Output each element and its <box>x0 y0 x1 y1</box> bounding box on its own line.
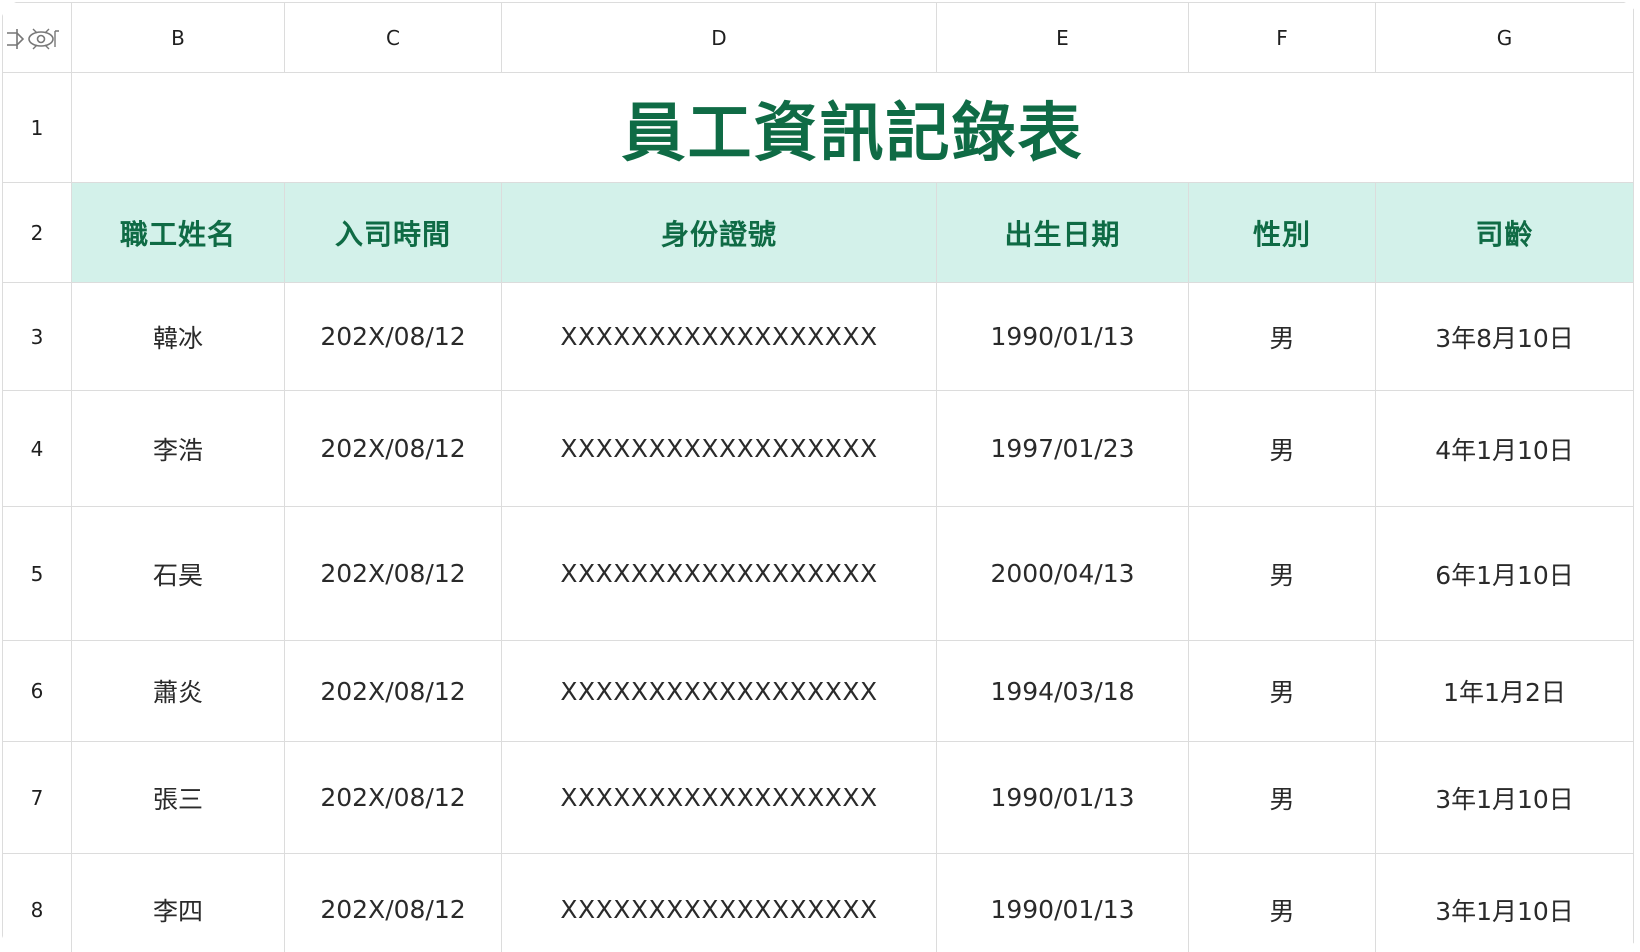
column-header-c[interactable]: C <box>284 2 502 73</box>
cell-join-date[interactable]: 202X/08/12 <box>284 640 502 742</box>
table-row: 7 張三 202X/08/12 XXXXXXXXXXXXXXXXXX 1990/… <box>2 741 1634 854</box>
spreadsheet-grid: B C D E F G 1 員工資訊記錄表 2 職工姓名 入司時間 身份證號 出… <box>2 2 1634 952</box>
cell-join-date[interactable]: 202X/08/12 <box>284 282 502 391</box>
row-header-8[interactable]: 8 <box>2 853 72 952</box>
cell-tenure[interactable]: 6年1月10日 <box>1375 506 1634 641</box>
row-header-6[interactable]: 6 <box>2 640 72 742</box>
table-row: 8 李四 202X/08/12 XXXXXXXXXXXXXXXXXX 1990/… <box>2 853 1634 952</box>
cell-tenure[interactable]: 1年1月2日 <box>1375 640 1634 742</box>
row-header-4[interactable]: 4 <box>2 390 72 507</box>
cell-birth-date[interactable]: 2000/04/13 <box>936 506 1189 641</box>
cell-id-number[interactable]: XXXXXXXXXXXXXXXXXX <box>501 506 937 641</box>
cell-tenure[interactable]: 4年1月10日 <box>1375 390 1634 507</box>
cell-tenure[interactable]: 3年1月10日 <box>1375 853 1634 952</box>
cell-birth-date[interactable]: 1990/01/13 <box>936 853 1189 952</box>
cell-id-number[interactable]: XXXXXXXXXXXXXXXXXX <box>501 640 937 742</box>
cell-gender[interactable]: 男 <box>1188 853 1376 952</box>
cell-join-date[interactable]: 202X/08/12 <box>284 506 502 641</box>
table-row: 4 李浩 202X/08/12 XXXXXXXXXXXXXXXXXX 1997/… <box>2 390 1634 507</box>
cell-join-date[interactable]: 202X/08/12 <box>284 741 502 854</box>
cell-id-number[interactable]: XXXXXXXXXXXXXXXXXX <box>501 390 937 507</box>
header-cell-gender[interactable]: 性別 <box>1188 182 1376 283</box>
cell-birth-date[interactable]: 1997/01/23 <box>936 390 1189 507</box>
header-cell-name[interactable]: 職工姓名 <box>71 182 285 283</box>
column-header-e[interactable]: E <box>936 2 1189 73</box>
cell-gender[interactable]: 男 <box>1188 741 1376 854</box>
row-header-5[interactable]: 5 <box>2 506 72 641</box>
cell-name[interactable]: 張三 <box>71 741 285 854</box>
column-header-f[interactable]: F <box>1188 2 1376 73</box>
row-header-7[interactable]: 7 <box>2 741 72 854</box>
spreadsheet-window: B C D E F G 1 員工資訊記錄表 2 職工姓名 入司時間 身份證號 出… <box>0 0 1640 952</box>
column-header-g[interactable]: G <box>1375 2 1634 73</box>
row-header-1[interactable]: 1 <box>2 72 72 183</box>
cell-tenure[interactable]: 3年1月10日 <box>1375 741 1634 854</box>
column-header-row: B C D E F G <box>2 2 1634 73</box>
select-all-corner[interactable] <box>2 2 72 73</box>
cell-gender[interactable]: 男 <box>1188 506 1376 641</box>
table-row: 6 蕭炎 202X/08/12 XXXXXXXXXXXXXXXXXX 1994/… <box>2 640 1634 742</box>
column-header-b[interactable]: B <box>71 2 285 73</box>
cell-name[interactable]: 石昊 <box>71 506 285 641</box>
header-cell-id-number[interactable]: 身份證號 <box>501 182 937 283</box>
cell-id-number[interactable]: XXXXXXXXXXXXXXXXXX <box>501 282 937 391</box>
cell-name[interactable]: 李四 <box>71 853 285 952</box>
table-row: 3 韓冰 202X/08/12 XXXXXXXXXXXXXXXXXX 1990/… <box>2 282 1634 391</box>
cell-name[interactable]: 韓冰 <box>71 282 285 391</box>
cell-name[interactable]: 蕭炎 <box>71 640 285 742</box>
row-header-3[interactable]: 3 <box>2 282 72 391</box>
row-1: 1 員工資訊記錄表 <box>2 72 1634 183</box>
header-cell-birth-date[interactable]: 出生日期 <box>936 182 1189 283</box>
cell-join-date[interactable]: 202X/08/12 <box>284 853 502 952</box>
row-header-2[interactable]: 2 <box>2 182 72 283</box>
header-cell-join-date[interactable]: 入司時間 <box>284 182 502 283</box>
cell-birth-date[interactable]: 1990/01/13 <box>936 741 1189 854</box>
cell-id-number[interactable]: XXXXXXXXXXXXXXXXXX <box>501 853 937 952</box>
table-row: 5 石昊 202X/08/12 XXXXXXXXXXXXXXXXXX 2000/… <box>2 506 1634 641</box>
header-cell-tenure[interactable]: 司齡 <box>1375 182 1634 283</box>
cell-gender[interactable]: 男 <box>1188 282 1376 391</box>
cell-id-number[interactable]: XXXXXXXXXXXXXXXXXX <box>501 741 937 854</box>
cell-birth-date[interactable]: 1990/01/13 <box>936 282 1189 391</box>
cell-name[interactable]: 李浩 <box>71 390 285 507</box>
select-all-icon <box>7 28 59 50</box>
sheet-title-cell[interactable]: 員工資訊記錄表 <box>71 72 1634 183</box>
cell-gender[interactable]: 男 <box>1188 640 1376 742</box>
cell-birth-date[interactable]: 1994/03/18 <box>936 640 1189 742</box>
column-header-d[interactable]: D <box>501 2 937 73</box>
cell-tenure[interactable]: 3年8月10日 <box>1375 282 1634 391</box>
cell-gender[interactable]: 男 <box>1188 390 1376 507</box>
row-2: 2 職工姓名 入司時間 身份證號 出生日期 性別 司齡 <box>2 182 1634 283</box>
cell-join-date[interactable]: 202X/08/12 <box>284 390 502 507</box>
